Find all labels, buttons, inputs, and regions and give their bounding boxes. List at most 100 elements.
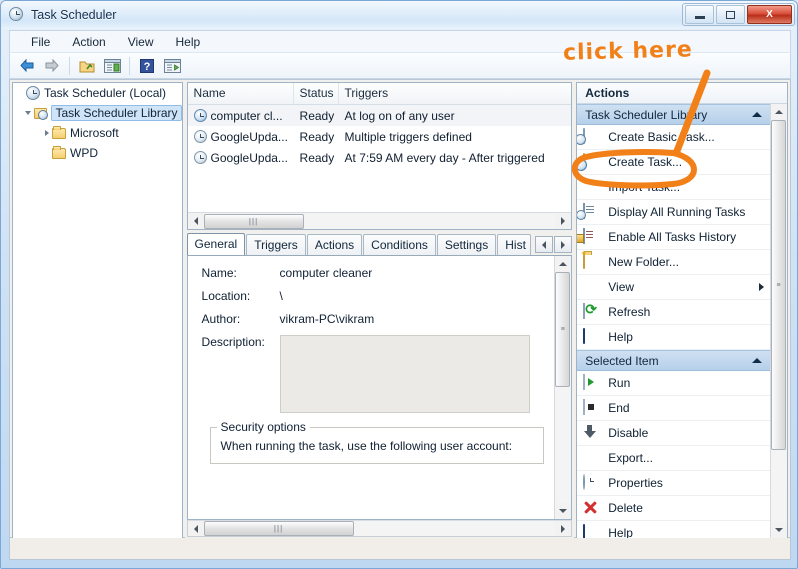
- scroll-up-button[interactable]: [555, 256, 571, 272]
- maximize-button[interactable]: [716, 5, 745, 24]
- table-row[interactable]: GoogleUpda... Ready At 7:59 AM every day…: [188, 147, 572, 168]
- action-label: Enable All Tasks History: [608, 230, 737, 244]
- action-new-folder[interactable]: New Folder...: [577, 250, 770, 275]
- action-label: Properties: [608, 476, 663, 490]
- action-enable-all-tasks-history[interactable]: Enable All Tasks History: [577, 225, 770, 250]
- action-display-all-running-tasks[interactable]: Display All Running Tasks: [577, 200, 770, 225]
- column-header-status[interactable]: Status: [294, 83, 339, 104]
- tab-triggers[interactable]: Triggers: [246, 234, 306, 255]
- task-clock-icon: [193, 109, 207, 122]
- folder-icon: [52, 125, 66, 139]
- create-task-icon: [583, 153, 601, 170]
- delete-icon: [583, 500, 601, 516]
- name-label: Name:: [201, 266, 237, 280]
- actions-section-task-scheduler-library[interactable]: Task Scheduler Library: [577, 104, 770, 125]
- hscroll-thumb[interactable]: |||: [203, 213, 304, 229]
- show-action-pane-button[interactable]: [161, 55, 183, 76]
- actions-section-selected-item[interactable]: Selected Item: [577, 350, 770, 371]
- scroll-down-button[interactable]: [555, 503, 571, 519]
- tab-actions[interactable]: Actions: [306, 234, 363, 255]
- action-delete[interactable]: Delete: [577, 496, 770, 521]
- tab-settings[interactable]: Settings: [436, 234, 497, 255]
- scroll-right-button[interactable]: [555, 521, 571, 536]
- action-label: Display All Running Tasks: [608, 205, 746, 219]
- detail-vscrollbar[interactable]: ≡: [554, 256, 572, 519]
- vscroll-track[interactable]: ≡: [771, 120, 787, 522]
- tab-scroll-prev-button[interactable]: [535, 236, 554, 253]
- menu-view[interactable]: View: [117, 33, 165, 51]
- actions-vscrollbar[interactable]: ≡: [770, 104, 787, 538]
- tab-history[interactable]: Hist: [497, 234, 532, 255]
- expander-closed-icon[interactable]: [45, 130, 49, 136]
- column-header-name[interactable]: Name: [188, 83, 294, 104]
- console-tree-pane[interactable]: Task Scheduler (Local) Task Scheduler Li…: [12, 82, 183, 539]
- help-icon: [583, 328, 601, 345]
- table-row[interactable]: computer cl... Ready At log on of any us…: [187, 105, 572, 126]
- hscroll-track[interactable]: |||: [203, 521, 556, 536]
- hscroll-thumb[interactable]: |||: [203, 521, 354, 536]
- action-help-selected[interactable]: Help: [577, 521, 770, 538]
- action-end[interactable]: End: [577, 396, 770, 421]
- scroll-up-button[interactable]: [771, 104, 787, 120]
- action-label: View: [608, 280, 635, 294]
- tab-conditions[interactable]: Conditions: [363, 234, 436, 255]
- tree-node-microsoft[interactable]: Microsoft: [13, 123, 182, 143]
- console-tree-icon: [103, 58, 121, 73]
- table-row[interactable]: GoogleUpda... Ready Multiple triggers de…: [188, 126, 572, 147]
- vscroll-track[interactable]: ≡: [555, 272, 572, 503]
- action-view[interactable]: View: [577, 275, 770, 300]
- scroll-down-button[interactable]: [771, 522, 787, 538]
- task-list-hscrollbar[interactable]: |||: [187, 212, 572, 229]
- location-label: Location:: [201, 289, 251, 303]
- tab-scroll-next-button[interactable]: [554, 236, 573, 253]
- forward-button[interactable]: [41, 55, 63, 76]
- action-create-basic-task[interactable]: Create Basic Task...: [577, 125, 770, 150]
- task-triggers: At log on of any user: [344, 108, 455, 123]
- expander-open-icon[interactable]: [25, 111, 31, 118]
- tree-node-task-scheduler-library[interactable]: Task Scheduler Library: [13, 103, 182, 123]
- column-header-triggers[interactable]: Triggers: [339, 83, 572, 104]
- show-hide-console-tree-button[interactable]: [101, 55, 123, 76]
- action-refresh[interactable]: Refresh: [577, 300, 770, 325]
- back-button[interactable]: [16, 55, 38, 76]
- menu-file[interactable]: File: [20, 33, 61, 51]
- minimize-button[interactable]: [685, 5, 714, 24]
- hscroll-track[interactable]: |||: [203, 213, 556, 229]
- caret-up-icon[interactable]: [752, 358, 762, 363]
- svg-text:?: ?: [144, 61, 151, 73]
- tree-node-label: Task Scheduler (Local): [44, 86, 167, 100]
- up-folder-button[interactable]: [76, 55, 98, 76]
- toolbar: ?: [9, 52, 791, 79]
- task-list[interactable]: Name Status Triggers computer cl... Read…: [186, 82, 573, 230]
- create-basic-task-icon: [583, 128, 601, 145]
- tab-general[interactable]: General: [186, 233, 246, 255]
- scroll-left-button[interactable]: [188, 521, 204, 536]
- action-help-library[interactable]: Help: [577, 325, 770, 350]
- action-import-task[interactable]: Import Task...: [577, 175, 770, 200]
- close-button[interactable]: X: [747, 5, 792, 24]
- help-button[interactable]: ?: [136, 55, 158, 76]
- action-properties[interactable]: Properties: [577, 471, 770, 496]
- arrow-right-icon: [45, 58, 59, 73]
- field-row-location: Location: \: [202, 289, 555, 303]
- description-textarea[interactable]: [279, 335, 530, 413]
- scroll-left-button[interactable]: [188, 214, 204, 229]
- action-export[interactable]: Export...: [577, 446, 770, 471]
- detail-hscrollbar[interactable]: |||: [186, 520, 573, 537]
- detail-tabstrip: General Triggers Actions Conditions Sett…: [186, 233, 573, 256]
- title-bar: Task Scheduler X: [1, 1, 797, 29]
- window-clock-icon: [9, 7, 25, 23]
- menu-help[interactable]: Help: [165, 33, 212, 51]
- help-icon: [583, 524, 601, 538]
- tree-node-task-scheduler-local[interactable]: Task Scheduler (Local): [13, 83, 182, 103]
- vscroll-thumb[interactable]: ≡: [771, 120, 786, 450]
- action-disable[interactable]: Disable: [577, 421, 770, 446]
- tree-node-wpd[interactable]: WPD: [13, 143, 182, 163]
- scroll-right-button[interactable]: [555, 214, 571, 229]
- menu-action[interactable]: Action: [61, 33, 116, 51]
- action-run[interactable]: Run: [577, 371, 770, 396]
- action-create-task[interactable]: Create Task...: [577, 150, 770, 175]
- close-icon: X: [766, 9, 773, 20]
- vscroll-thumb[interactable]: ≡: [555, 272, 571, 387]
- caret-up-icon[interactable]: [752, 112, 762, 117]
